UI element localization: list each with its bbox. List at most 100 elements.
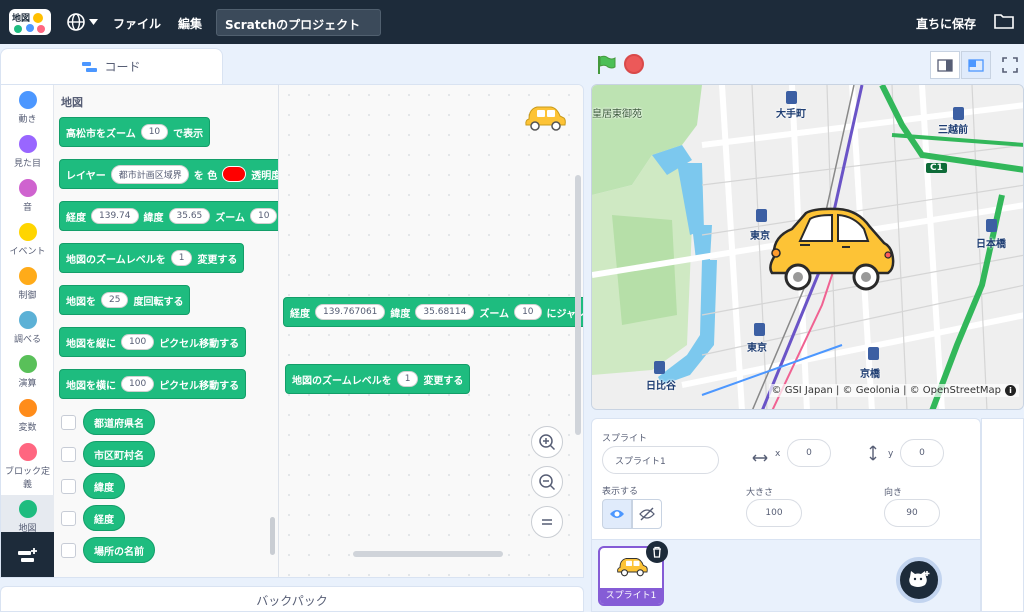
map-label-otemachi: 大手町 [776,109,806,120]
block-layer-color[interactable]: レイヤー 都市計画区域界 を 色 透明度 [59,159,278,189]
tab-code[interactable]: コード [0,48,223,84]
block-text: 変更する [197,254,238,266]
reporter-place-name[interactable]: 場所の名前 [83,537,155,563]
block-input[interactable]: 100 [121,376,155,392]
workspace-block-change-zoom[interactable]: 地図のズームレベルを 1 変更する [285,364,471,394]
map-label-nihonbashi: 日本橋 [976,239,1006,250]
reporter-latitude[interactable]: 緯度 [83,473,125,499]
category-dot [18,443,37,461]
zoom-out-button[interactable] [531,466,563,498]
direction-input[interactable]: 90 [884,499,940,527]
workspace-vertical-scrollbar[interactable] [575,175,581,435]
block-input[interactable]: 139.767061 [315,304,386,320]
category-operators[interactable]: 演算 [1,355,54,389]
reporter-city[interactable]: 市区町村名 [83,441,155,467]
block-move-horizontal[interactable]: 地図を横に 100 ピクセル移動する [59,369,247,399]
reporter-longitude[interactable]: 経度 [83,505,125,531]
category-dot [18,223,37,241]
map-label-tokyo-1: 東京 [750,231,770,242]
category-my-blocks[interactable]: ブロック定義 [1,443,54,490]
small-stage-button[interactable] [930,51,960,79]
block-input[interactable]: 139.74 [91,208,139,224]
stage-map[interactable]: 皇居東御苑 大手町 三越前 C1 東京 日本橋 東京 京橋 日比谷 © GSI … [591,84,1024,410]
stage-target-panel[interactable] [981,418,1024,612]
block-input[interactable]: 1 [170,250,193,266]
edit-menu[interactable]: 編集 [178,15,202,32]
block-input[interactable]: 25 [101,292,129,308]
size-input[interactable]: 100 [746,499,802,527]
category-sensing[interactable]: 調べる [1,311,54,345]
info-icon[interactable]: i [1005,385,1016,396]
station-icon [756,209,767,222]
script-workspace[interactable]: 経度 139.767061 緯度 35.68114 ズーム 10 にジャンプ 地… [279,85,583,577]
block-move-vertical[interactable]: 地図を縦に 100 ピクセル移動する [59,327,247,357]
category-control[interactable]: 制御 [1,267,54,301]
reporter-checkbox[interactable] [61,511,76,526]
workspace-block-jump[interactable]: 経度 139.767061 緯度 35.68114 ズーム 10 にジャンプ [283,297,583,327]
block-change-zoom[interactable]: 地図のズームレベルを 1 変更する [59,243,245,273]
block-input[interactable]: 35.68114 [415,304,475,320]
size-label: 大きさ [746,488,774,498]
reporter-checkbox[interactable] [61,447,76,462]
station-icon [953,107,964,120]
save-now-button[interactable]: 直ちに保存 [916,15,976,32]
reporter-checkbox[interactable] [61,543,76,558]
backpack-panel[interactable]: バックパック [0,586,584,612]
code-icon [82,61,98,72]
category-dot [18,500,37,518]
map-label-c1: C1 [926,163,947,173]
stop-icon[interactable] [624,54,644,74]
reporter-checkbox[interactable] [61,415,76,430]
block-input[interactable]: 100 [121,334,155,350]
x-input[interactable]: 0 [787,439,831,467]
project-title-input[interactable]: Scratchのプロジェクト [216,9,381,36]
reporter-checkbox[interactable] [61,479,76,494]
block-input[interactable]: 10 [514,304,542,320]
zoom-in-button[interactable] [531,426,563,458]
workspace-horizontal-scrollbar[interactable] [353,551,503,557]
show-button[interactable] [602,499,632,529]
language-menu[interactable] [66,12,98,32]
category-motion[interactable]: 動き [1,91,54,125]
add-extension-button[interactable] [1,532,54,577]
block-input[interactable]: 35.65 [168,208,211,224]
block-zoom-takamatsu[interactable]: 高松市をズーム 10 で表示 [59,117,211,147]
category-variables[interactable]: 変数 [1,399,54,433]
block-jump-lonlat[interactable]: 経度 139.74 緯度 35.65 ズーム 10 に [59,201,278,231]
y-input[interactable]: 0 [900,439,944,467]
attribution-text: © GSI Japan | © Geolonia | © OpenStreetM… [771,385,1001,396]
block-input[interactable]: 10 [249,208,278,224]
x-arrows-icon [752,454,768,462]
add-sprite-button[interactable] [896,557,942,603]
zoom-reset-button[interactable] [531,506,563,538]
category-events[interactable]: イベント [1,223,54,257]
fullscreen-icon[interactable] [1002,57,1018,73]
delete-sprite-button[interactable] [646,541,668,563]
folder-icon[interactable] [994,12,1014,30]
file-menu[interactable]: ファイル [113,15,161,32]
block-input[interactable]: 10 [140,124,169,140]
block-text: 経度 [66,212,86,224]
sprite-name-input[interactable]: スプライト1 [602,446,719,474]
y-arrows-icon [869,445,877,461]
logo-icon[interactable]: 地図 [8,7,52,37]
menu-bar: 地図 ファイル 編集 Scratchのプロジェクト 直ちに保存 [0,0,1024,44]
block-rotate-map[interactable]: 地図を 25 度回転する [59,285,191,315]
large-stage-icon [968,58,984,72]
category-map[interactable]: 地図 [1,495,54,534]
zoom-reset-icon [542,519,552,525]
large-stage-button[interactable] [961,51,991,79]
palette-scrollbar[interactable] [270,517,275,555]
green-flag-icon[interactable] [595,54,617,76]
category-sound[interactable]: 音 [1,179,54,213]
category-label: 制御 [18,291,37,301]
reporter-prefecture[interactable]: 都道府県名 [83,409,155,435]
block-text: を 色 [193,170,218,182]
block-text: 緯度 [143,212,164,224]
block-input[interactable]: 1 [396,371,419,387]
category-looks[interactable]: 見た目 [1,135,54,169]
layer-dropdown[interactable]: 都市計画区域界 [110,164,189,184]
category-dot [18,311,37,329]
hide-button[interactable] [632,499,662,529]
color-picker[interactable] [222,166,247,182]
